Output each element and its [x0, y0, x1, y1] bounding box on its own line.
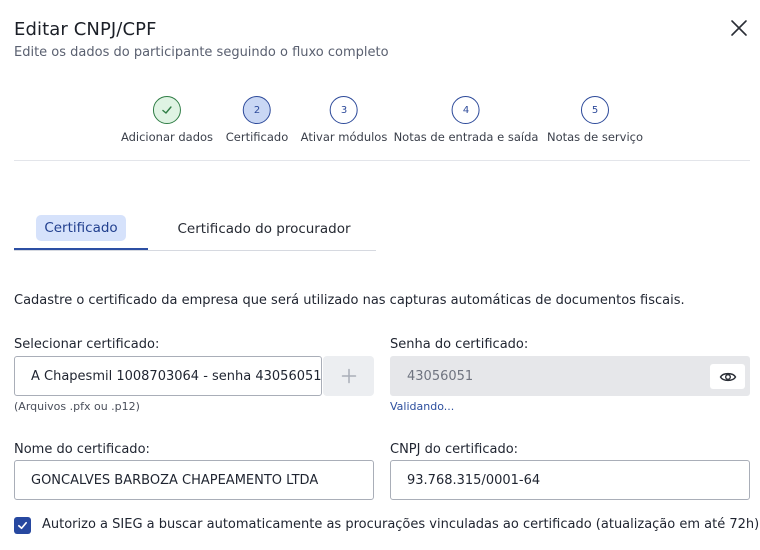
add-certificate-button[interactable] — [323, 356, 374, 396]
tab-certificado[interactable]: Certificado — [14, 208, 148, 250]
page-title: Editar CNPJ/CPF — [14, 19, 157, 40]
step-number: 4 — [452, 96, 480, 124]
step-label: Notas de entrada e saída — [393, 130, 539, 144]
authorize-checkbox[interactable] — [14, 517, 31, 534]
plus-icon — [341, 368, 356, 384]
tab-label: Certificado — [36, 215, 126, 241]
cert-name-label: Nome do certificado: — [14, 442, 150, 457]
step-1: Adicionar dados — [121, 96, 213, 144]
form-description: Cadastre o certificado da empresa que se… — [14, 293, 685, 308]
step-number: 2 — [243, 96, 271, 124]
step-5: 5 Notas de serviço — [547, 96, 643, 144]
cert-cnpj-field[interactable]: 93.768.315/0001-64 — [390, 460, 750, 500]
step-4: 4 Notas de entrada e saída — [393, 96, 539, 144]
select-cert-label: Selecionar certificado: — [14, 337, 160, 352]
authorize-label: Autorizo a SIEG a buscar automaticamente… — [42, 517, 760, 532]
step-3: 3 Ativar módulos — [300, 96, 388, 144]
step-label: Notas de serviço — [546, 130, 644, 144]
stepper: Adicionar dados 2 Certificado 3 Ativar m… — [0, 96, 760, 146]
cert-name-field[interactable]: GONCALVES BARBOZA CHAPEAMENTO LTDA — [14, 460, 374, 500]
step-2: 2 Certificado — [225, 96, 289, 144]
check-icon — [162, 106, 172, 114]
step-label: Adicionar dados — [120, 130, 214, 144]
toggle-password-button[interactable] — [710, 364, 745, 389]
eye-icon — [719, 372, 736, 381]
step-number: 3 — [330, 96, 358, 124]
file-type-hint: (Arquivos .pfx ou .p12) — [14, 400, 140, 413]
checkmark-icon — [18, 521, 27, 530]
page-subtitle: Edite os dados do participante seguindo … — [14, 45, 389, 60]
tab-certificado-procurador[interactable]: Certificado do procurador — [174, 208, 354, 250]
step-label: Certificado — [225, 130, 289, 144]
close-button[interactable] — [726, 15, 752, 41]
step-number: 5 — [581, 96, 609, 124]
tab-bar: Certificado Certificado do procurador — [14, 208, 376, 251]
header-divider — [14, 160, 750, 161]
password-label: Senha do certificado: — [390, 337, 529, 352]
password-status: Validando... — [390, 400, 455, 413]
password-field[interactable]: 43056051 — [390, 356, 750, 396]
step-label: Ativar módulos — [300, 130, 388, 144]
tab-label: Certificado do procurador — [177, 221, 351, 237]
select-cert-field[interactable]: A Chapesmil 1008703064 - senha 43056051 — [14, 356, 322, 396]
cert-cnpj-label: CNPJ do certificado: — [390, 442, 519, 457]
close-icon — [731, 20, 747, 36]
step-circle-done — [152, 96, 181, 124]
